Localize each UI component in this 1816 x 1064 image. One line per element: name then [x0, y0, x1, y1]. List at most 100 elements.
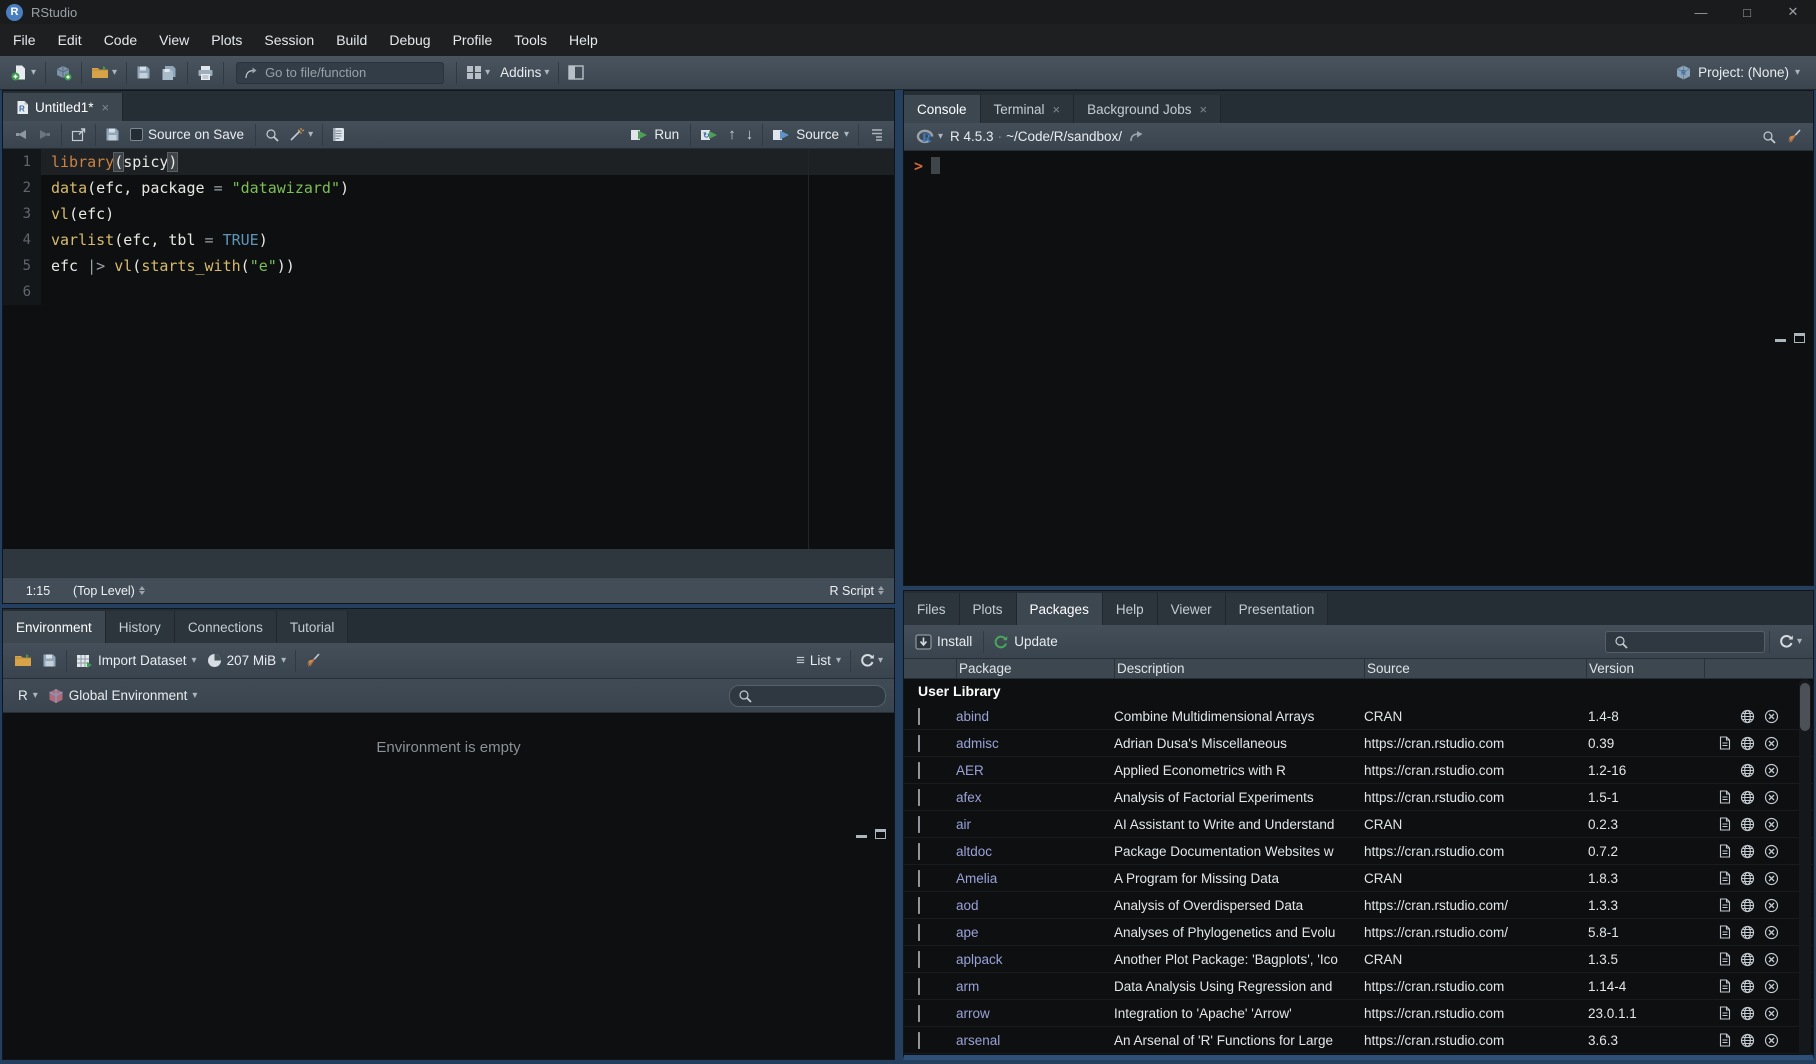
checkbox[interactable] — [918, 708, 920, 725]
package-name[interactable]: aplpack — [956, 952, 1114, 967]
website-icon[interactable] — [1740, 817, 1755, 832]
website-icon[interactable] — [1740, 844, 1755, 859]
manual-icon[interactable] — [1719, 817, 1731, 831]
manual-icon[interactable] — [1719, 952, 1731, 966]
remove-package-icon[interactable] — [1764, 1006, 1779, 1021]
code-line[interactable]: 2data(efc, package = "datawizard") — [3, 175, 894, 201]
code-line[interactable]: 6 — [3, 279, 894, 305]
website-icon[interactable] — [1740, 1033, 1755, 1048]
rerun-button[interactable]: ↻ — [695, 122, 723, 148]
remove-package-icon[interactable] — [1764, 844, 1779, 859]
packages-search-input[interactable] — [1633, 634, 1753, 649]
goto-file-input[interactable] — [265, 65, 425, 80]
save-button[interactable] — [131, 60, 156, 86]
remove-package-icon[interactable] — [1764, 925, 1779, 940]
code-line[interactable]: 5efc |> vl(starts_with("e")) — [3, 253, 894, 279]
source-on-save-checkbox[interactable]: Source on Save — [125, 122, 251, 148]
maximize-button[interactable]: □ — [1724, 0, 1770, 24]
packages-search-box[interactable] — [1605, 631, 1765, 653]
package-name[interactable]: AsioHeaders — [956, 1060, 1114, 1061]
package-name[interactable]: ape — [956, 925, 1114, 940]
open-file-button[interactable]: ▾ — [86, 60, 122, 86]
menu-profile[interactable]: Profile — [442, 24, 504, 56]
tab-help[interactable]: Help — [1103, 593, 1158, 625]
update-button[interactable]: Update — [988, 629, 1065, 655]
addins-button[interactable]: Addins▾ — [495, 60, 554, 86]
package-name[interactable]: aod — [956, 898, 1114, 913]
remove-package-icon[interactable] — [1764, 709, 1779, 724]
website-icon[interactable] — [1740, 790, 1755, 805]
next-chunk-button[interactable]: ↓ — [741, 122, 759, 148]
view-mode-button[interactable]: ≡List▾ — [791, 648, 846, 674]
open-wd-button[interactable] — [1124, 124, 1149, 150]
remove-package-icon[interactable] — [1764, 898, 1779, 913]
minimize-button[interactable]: — — [1678, 0, 1724, 24]
code-line[interactable]: 3vl(efc) — [3, 201, 894, 227]
code-line[interactable]: 1library(spicy) — [3, 149, 894, 175]
website-icon[interactable] — [1740, 898, 1755, 913]
r-version-menu[interactable]: R▾ — [910, 124, 948, 150]
clear-environment-button[interactable] — [300, 648, 326, 674]
website-icon[interactable] — [1740, 1060, 1755, 1061]
tab-untitled1[interactable]: RUntitled1*× — [3, 93, 123, 121]
code-editor[interactable]: 1library(spicy)2data(efc, package = "dat… — [3, 149, 894, 549]
remove-package-icon[interactable] — [1764, 790, 1779, 805]
file-type-selector[interactable]: R Script — [830, 584, 894, 598]
manual-icon[interactable] — [1719, 790, 1731, 804]
maximize-pane-icon[interactable] — [875, 829, 886, 839]
package-name[interactable]: admisc — [956, 736, 1114, 751]
checkbox[interactable] — [918, 978, 920, 995]
new-file-button[interactable]: ▾ — [6, 60, 41, 86]
manual-icon[interactable] — [1719, 736, 1731, 750]
remove-package-icon[interactable] — [1764, 952, 1779, 967]
remove-package-icon[interactable] — [1764, 871, 1779, 886]
checkbox[interactable] — [918, 1032, 920, 1049]
console-output[interactable]: > — [904, 151, 1813, 586]
menu-file[interactable]: File — [2, 24, 47, 56]
remove-package-icon[interactable] — [1764, 979, 1779, 994]
manual-icon[interactable] — [1719, 871, 1731, 885]
checkbox[interactable] — [918, 897, 920, 914]
checkbox[interactable] — [918, 789, 920, 806]
close-button[interactable]: ✕ — [1770, 0, 1816, 24]
popout-button[interactable] — [66, 122, 91, 148]
load-workspace-button[interactable] — [9, 648, 37, 674]
memory-usage-button[interactable]: 207 MiB▾ — [202, 648, 292, 674]
import-dataset-button[interactable]: Import Dataset▾ — [71, 648, 202, 674]
find-button[interactable] — [260, 122, 284, 148]
menu-plots[interactable]: Plots — [200, 24, 253, 56]
website-icon[interactable] — [1740, 952, 1755, 967]
menu-help[interactable]: Help — [558, 24, 609, 56]
package-name[interactable]: arm — [956, 979, 1114, 994]
environment-selector[interactable]: Global Environment▾ — [43, 683, 203, 709]
remove-package-icon[interactable] — [1764, 1060, 1779, 1061]
tab-presentation[interactable]: Presentation — [1226, 593, 1329, 625]
menu-edit[interactable]: Edit — [47, 24, 93, 56]
menu-session[interactable]: Session — [253, 24, 325, 56]
tab-terminal[interactable]: Terminal× — [981, 95, 1075, 123]
checkbox[interactable] — [918, 843, 920, 860]
tab-tutorial[interactable]: Tutorial — [277, 611, 349, 643]
back-button[interactable] — [9, 122, 33, 148]
remove-package-icon[interactable] — [1764, 736, 1779, 751]
scrollbar-thumb[interactable] — [1800, 683, 1810, 731]
forward-button[interactable] — [33, 122, 57, 148]
checkbox[interactable] — [918, 870, 920, 887]
tab-environment[interactable]: Environment — [3, 611, 106, 643]
menu-debug[interactable]: Debug — [378, 24, 441, 56]
code-line[interactable]: 4varlist(efc, tbl = TRUE) — [3, 227, 894, 253]
project-menu-button[interactable]: R Project: (None) ▾ — [1675, 64, 1810, 81]
menu-build[interactable]: Build — [325, 24, 378, 56]
remove-package-icon[interactable] — [1764, 817, 1779, 832]
website-icon[interactable] — [1740, 709, 1755, 724]
new-project-button[interactable] — [50, 60, 77, 86]
package-name[interactable]: afex — [956, 790, 1114, 805]
website-icon[interactable] — [1740, 763, 1755, 778]
tab-history[interactable]: History — [106, 611, 175, 643]
tab-viewer[interactable]: Viewer — [1158, 593, 1226, 625]
manual-icon[interactable] — [1719, 1033, 1731, 1047]
install-button[interactable]: Install — [910, 629, 979, 655]
scope-selector[interactable]: (Top Level) — [73, 584, 145, 598]
save-all-button[interactable] — [156, 60, 183, 86]
tab-files[interactable]: Files — [904, 593, 960, 625]
